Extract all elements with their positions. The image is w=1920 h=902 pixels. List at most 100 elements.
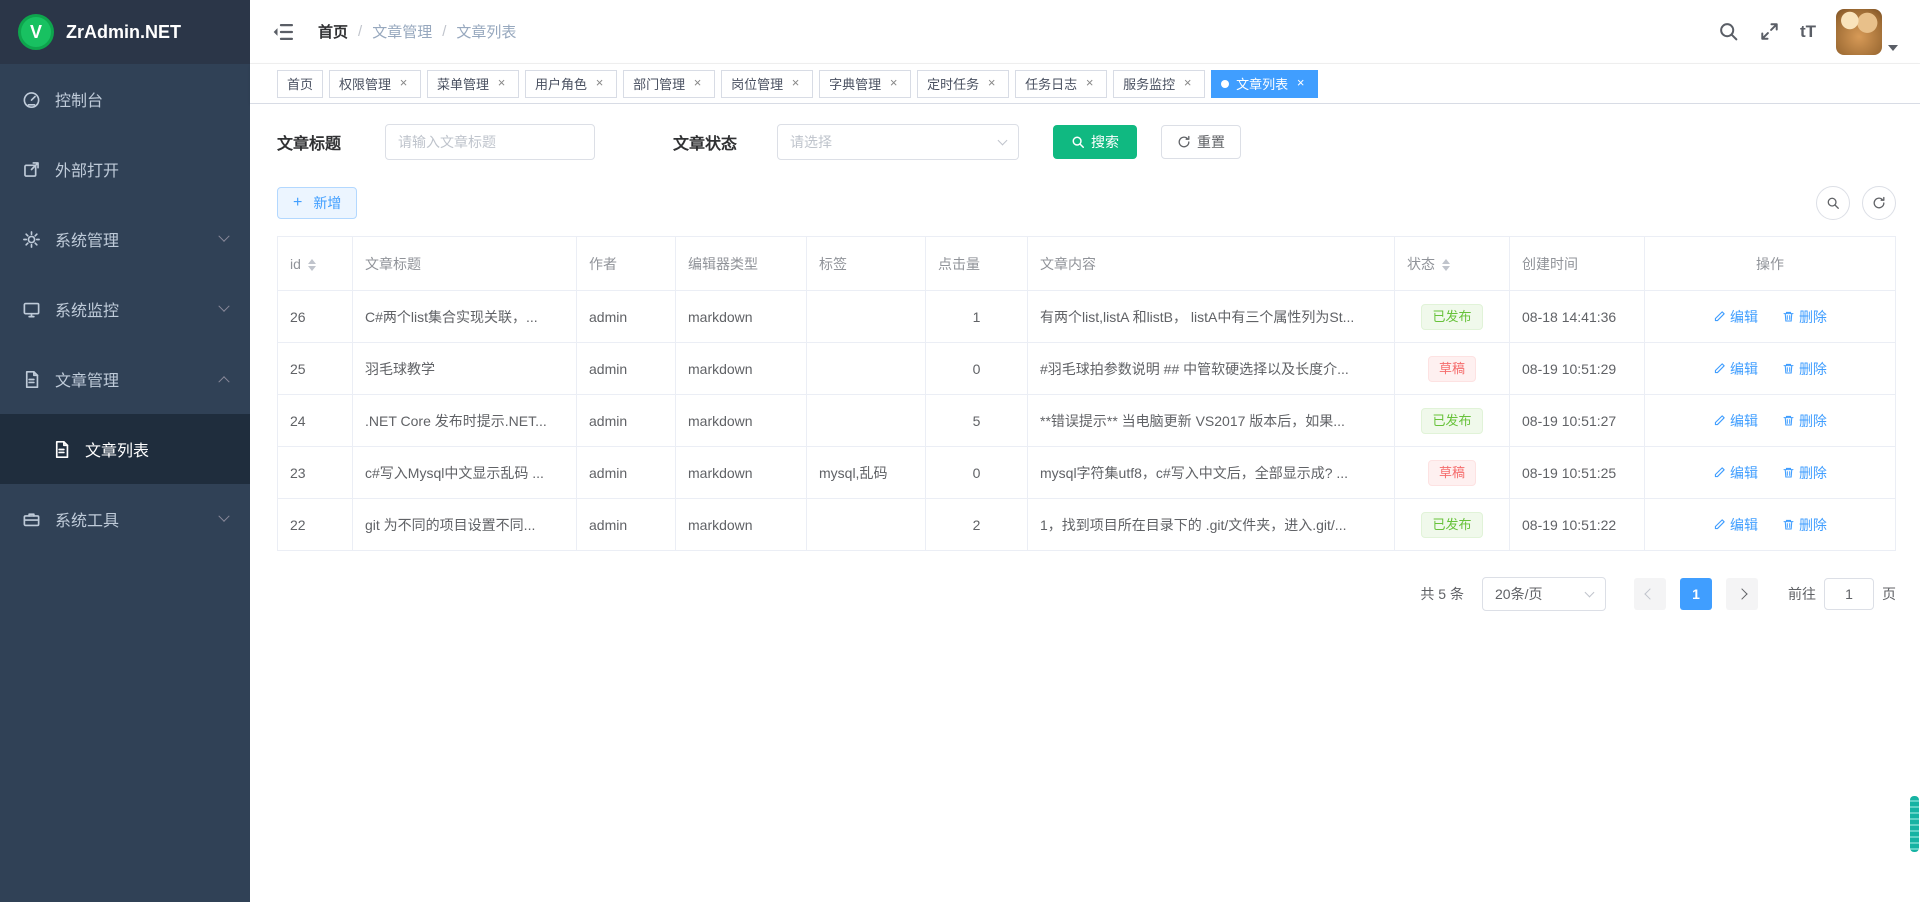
cell-editor: markdown	[676, 291, 807, 343]
sidebar-item-system-tools[interactable]: 系统工具	[0, 484, 250, 554]
edit-button[interactable]: 编辑	[1713, 515, 1758, 535]
cell-title: C#两个list集合实现关联，...	[353, 291, 577, 343]
tab-home[interactable]: 首页	[277, 70, 323, 98]
refresh-icon	[1872, 196, 1886, 210]
tab-dict[interactable]: 字典管理	[819, 70, 911, 98]
font-size-icon[interactable]	[1800, 22, 1816, 42]
tab-menu[interactable]: 菜单管理	[427, 70, 519, 98]
goto-page-input[interactable]	[1824, 578, 1874, 610]
tab-permission[interactable]: 权限管理	[329, 70, 421, 98]
cell-tags	[807, 499, 926, 551]
header-search-button[interactable]	[1718, 21, 1739, 42]
delete-button[interactable]: 删除	[1782, 411, 1827, 431]
close-icon[interactable]	[592, 76, 607, 91]
close-icon[interactable]	[1293, 76, 1308, 91]
edit-button[interactable]: 编辑	[1713, 463, 1758, 483]
edit-button[interactable]: 编辑	[1713, 307, 1758, 327]
table-row: 24 .NET Core 发布时提示.NET... admin markdown…	[278, 395, 1896, 447]
delete-button[interactable]: 删除	[1782, 515, 1827, 535]
page-number-1[interactable]: 1	[1680, 578, 1712, 610]
tab-post[interactable]: 岗位管理	[721, 70, 813, 98]
edit-button[interactable]: 编辑	[1713, 359, 1758, 379]
next-page-button[interactable]	[1726, 578, 1758, 610]
sidebar-item-article-list[interactable]: 文章列表	[0, 414, 250, 484]
close-icon[interactable]	[396, 76, 411, 91]
cell-editor: markdown	[676, 499, 807, 551]
delete-button[interactable]: 删除	[1782, 307, 1827, 327]
cell-title: 羽毛球教学	[353, 343, 577, 395]
tab-scheduled-task[interactable]: 定时任务	[917, 70, 1009, 98]
user-avatar	[1836, 9, 1882, 55]
refresh-table-button[interactable]	[1862, 186, 1896, 220]
close-icon[interactable]	[788, 76, 803, 91]
tab-department[interactable]: 部门管理	[623, 70, 715, 98]
tab-article-list-active[interactable]: 文章列表	[1211, 70, 1318, 98]
article-status-select[interactable]: 请选择	[777, 124, 1019, 160]
prev-page-button[interactable]	[1634, 578, 1666, 610]
sidebar-item-dashboard[interactable]: 控制台	[0, 64, 250, 134]
cell-status: 已发布	[1395, 499, 1510, 551]
sidebar-toggle-button[interactable]	[272, 21, 294, 43]
goto-label: 前往	[1788, 584, 1816, 604]
search-button[interactable]: 搜索	[1053, 125, 1137, 159]
sort-carets[interactable]	[1442, 259, 1450, 271]
goto-unit-label: 页	[1882, 584, 1896, 604]
article-table: id 文章标题 作者 编辑器类型 标签 点击量 文章内容 状态 创建时间 操作	[277, 236, 1896, 551]
breadcrumb-article-management[interactable]: 文章管理	[372, 21, 432, 42]
cell-editor: markdown	[676, 343, 807, 395]
sidebar-item-label: 系统工具	[55, 507, 119, 531]
cell-created: 08-18 14:41:36	[1510, 291, 1645, 343]
cell-id: 23	[278, 447, 353, 499]
show-search-toggle-button[interactable]	[1816, 186, 1850, 220]
tab-service-monitor[interactable]: 服务监控	[1113, 70, 1205, 98]
edit-button[interactable]: 编辑	[1713, 411, 1758, 431]
close-icon[interactable]	[1082, 76, 1097, 91]
hamburger-icon	[272, 21, 294, 43]
column-header-id[interactable]: id	[278, 237, 353, 291]
column-header-status[interactable]: 状态	[1395, 237, 1510, 291]
close-icon[interactable]	[690, 76, 705, 91]
sidebar-item-external-open[interactable]: 外部打开	[0, 134, 250, 204]
pencil-icon	[1713, 310, 1726, 323]
user-menu[interactable]	[1836, 9, 1898, 55]
fullscreen-button[interactable]	[1759, 21, 1780, 42]
close-icon[interactable]	[984, 76, 999, 91]
sidebar-item-system-management[interactable]: 系统管理	[0, 204, 250, 274]
document-icon	[22, 370, 41, 389]
search-icon	[1071, 135, 1085, 149]
close-icon[interactable]	[1180, 76, 1195, 91]
page-size-select[interactable]: 20条/页	[1482, 577, 1606, 611]
dashboard-icon	[22, 90, 41, 109]
table-toolbar: 新增	[277, 186, 1896, 220]
delete-button[interactable]: 删除	[1782, 463, 1827, 483]
sort-desc-icon[interactable]	[308, 266, 316, 271]
reset-button[interactable]: 重置	[1161, 125, 1241, 159]
scrollbar-thumb[interactable]	[1910, 796, 1919, 852]
article-title-input[interactable]	[385, 124, 595, 160]
column-header-tags: 标签	[807, 237, 926, 291]
breadcrumb-home[interactable]: 首页	[318, 21, 348, 42]
sidebar-item-article-management[interactable]: 文章管理	[0, 344, 250, 414]
cell-title: c#写入Mysql中文显示乱码 ...	[353, 447, 577, 499]
close-icon[interactable]	[886, 76, 901, 91]
content: 文章标题 文章状态 请选择 搜索 重置 新增	[250, 104, 1920, 902]
tab-task-log[interactable]: 任务日志	[1015, 70, 1107, 98]
cell-status: 草稿	[1395, 343, 1510, 395]
delete-button[interactable]: 删除	[1782, 359, 1827, 379]
add-button[interactable]: 新增	[277, 187, 357, 219]
sort-carets[interactable]	[308, 259, 316, 271]
sort-asc-icon[interactable]	[308, 259, 316, 264]
close-icon[interactable]	[494, 76, 509, 91]
sort-asc-icon[interactable]	[1442, 259, 1450, 264]
sidebar-item-system-monitor[interactable]: 系统监控	[0, 274, 250, 344]
search-icon	[1718, 21, 1739, 42]
chevron-down-icon	[1585, 588, 1595, 598]
app-logo[interactable]: V ZrAdmin.NET	[0, 0, 250, 64]
cell-status: 已发布	[1395, 291, 1510, 343]
column-header-created: 创建时间	[1510, 237, 1645, 291]
chevron-right-icon	[1736, 588, 1747, 599]
gear-icon	[22, 230, 41, 249]
tab-user-role[interactable]: 用户角色	[525, 70, 617, 98]
sort-desc-icon[interactable]	[1442, 266, 1450, 271]
page: V ZrAdmin.NET 控制台 外部打开 系统管理 系统监控	[0, 0, 1920, 902]
